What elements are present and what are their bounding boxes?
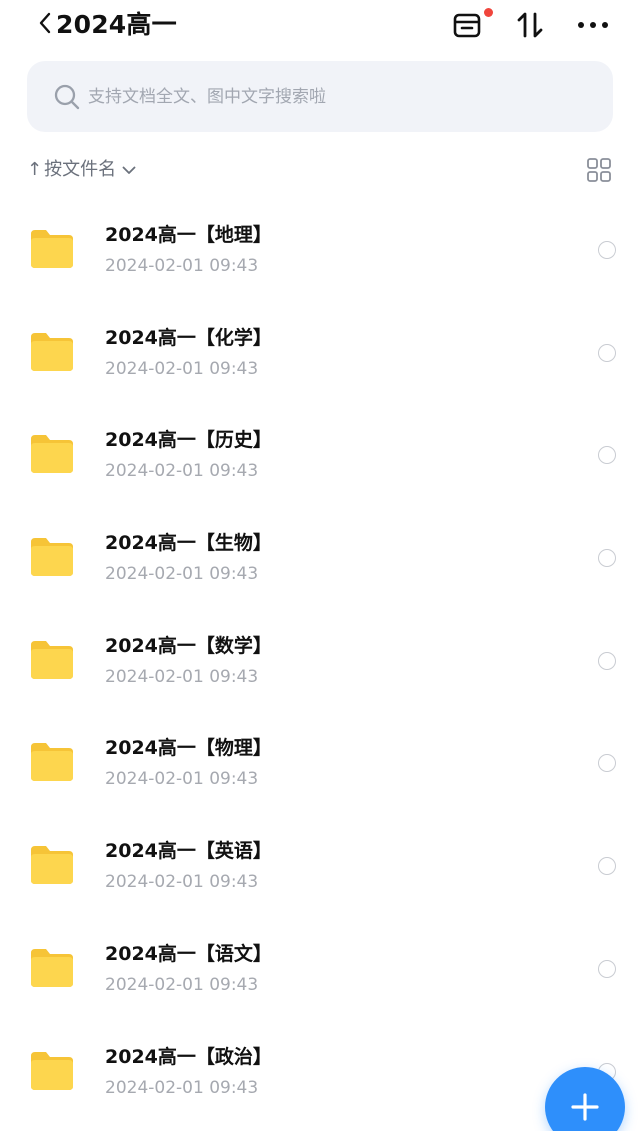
file-date: 2024-02-01 09:43 — [105, 1077, 259, 1098]
back-button[interactable] — [38, 8, 58, 38]
select-radio[interactable] — [598, 651, 616, 670]
notification-dot — [484, 8, 493, 17]
list-item[interactable]: 2024高一【地理】 2024-02-01 09:43 — [0, 196, 640, 299]
swap-vertical-icon — [517, 12, 543, 38]
search-icon — [54, 84, 80, 110]
chevron-left-icon — [39, 12, 51, 34]
file-date: 2024-02-01 09:43 — [105, 358, 259, 379]
file-name: 2024高一【语文】 — [105, 942, 272, 965]
transfer-box-button[interactable] — [450, 8, 484, 42]
sort-direction-arrow: ↑ — [27, 159, 43, 180]
grid-view-icon[interactable] — [586, 157, 612, 183]
list-item[interactable]: 2024高一【化学】 2024-02-01 09:43 — [0, 299, 640, 402]
select-radio[interactable] — [598, 241, 616, 259]
folder-icon — [31, 948, 73, 987]
chevron-down-icon — [122, 155, 136, 185]
plus-icon — [571, 1093, 599, 1121]
file-date: 2024-02-01 09:43 — [105, 461, 259, 482]
select-radio[interactable] — [598, 959, 616, 978]
file-name: 2024高一【历史】 — [105, 429, 272, 452]
file-name: 2024高一【物理】 — [105, 737, 272, 760]
file-date: 2024-02-01 09:43 — [105, 564, 259, 585]
select-radio[interactable] — [598, 549, 616, 568]
file-date: 2024-02-01 09:43 — [105, 666, 259, 687]
list-item[interactable]: 2024高一【数学】 2024-02-01 09:43 — [0, 607, 640, 710]
search-placeholder[interactable]: 支持文档全文、图中文字搜索啦 — [88, 83, 326, 111]
top-bar: 2024高一 — [0, 0, 640, 52]
more-horizontal-icon — [578, 22, 608, 28]
select-radio[interactable] — [598, 446, 616, 465]
file-date: 2024-02-01 09:43 — [105, 974, 259, 995]
select-radio[interactable] — [598, 857, 616, 876]
box-icon — [453, 13, 481, 38]
file-name: 2024高一【英语】 — [105, 840, 272, 863]
file-name: 2024高一【政治】 — [105, 1045, 272, 1068]
file-date: 2024-02-01 09:43 — [105, 256, 259, 276]
folder-icon — [31, 640, 73, 679]
list-item[interactable]: 2024高一【英语】 2024-02-01 09:43 — [0, 812, 640, 915]
file-list: 2024高一【地理】 2024-02-01 09:43 2024高一【化学】 2… — [0, 196, 640, 1120]
folder-icon — [31, 230, 73, 268]
file-name: 2024高一【地理】 — [105, 224, 272, 246]
file-name: 2024高一【化学】 — [105, 326, 272, 349]
folder-icon — [31, 1051, 73, 1090]
page-title: 2024高一 — [56, 10, 177, 39]
file-name: 2024高一【生物】 — [105, 532, 272, 555]
select-radio[interactable] — [598, 343, 616, 362]
list-item[interactable]: 2024高一【生物】 2024-02-01 09:43 — [0, 504, 640, 607]
folder-icon — [31, 538, 73, 577]
sort-toggle-button[interactable] — [513, 8, 547, 42]
folder-icon — [31, 846, 73, 885]
file-name: 2024高一【数学】 — [105, 634, 272, 657]
sort-label: 按文件名 — [44, 159, 117, 180]
list-item[interactable]: 2024高一【政治】 2024-02-01 09:43 — [0, 1018, 640, 1121]
folder-icon — [31, 332, 73, 371]
folder-icon — [31, 743, 73, 782]
list-item[interactable]: 2024高一【语文】 2024-02-01 09:43 — [0, 915, 640, 1018]
file-date: 2024-02-01 09:43 — [105, 769, 259, 790]
select-radio[interactable] — [598, 754, 616, 773]
list-item[interactable]: 2024高一【历史】 2024-02-01 09:43 — [0, 401, 640, 504]
more-button[interactable] — [576, 8, 610, 42]
folder-icon — [31, 435, 73, 474]
file-date: 2024-02-01 09:43 — [105, 872, 259, 893]
list-item[interactable]: 2024高一【物理】 2024-02-01 09:43 — [0, 709, 640, 812]
sort-selector[interactable]: ↑ 按文件名 — [27, 155, 136, 185]
